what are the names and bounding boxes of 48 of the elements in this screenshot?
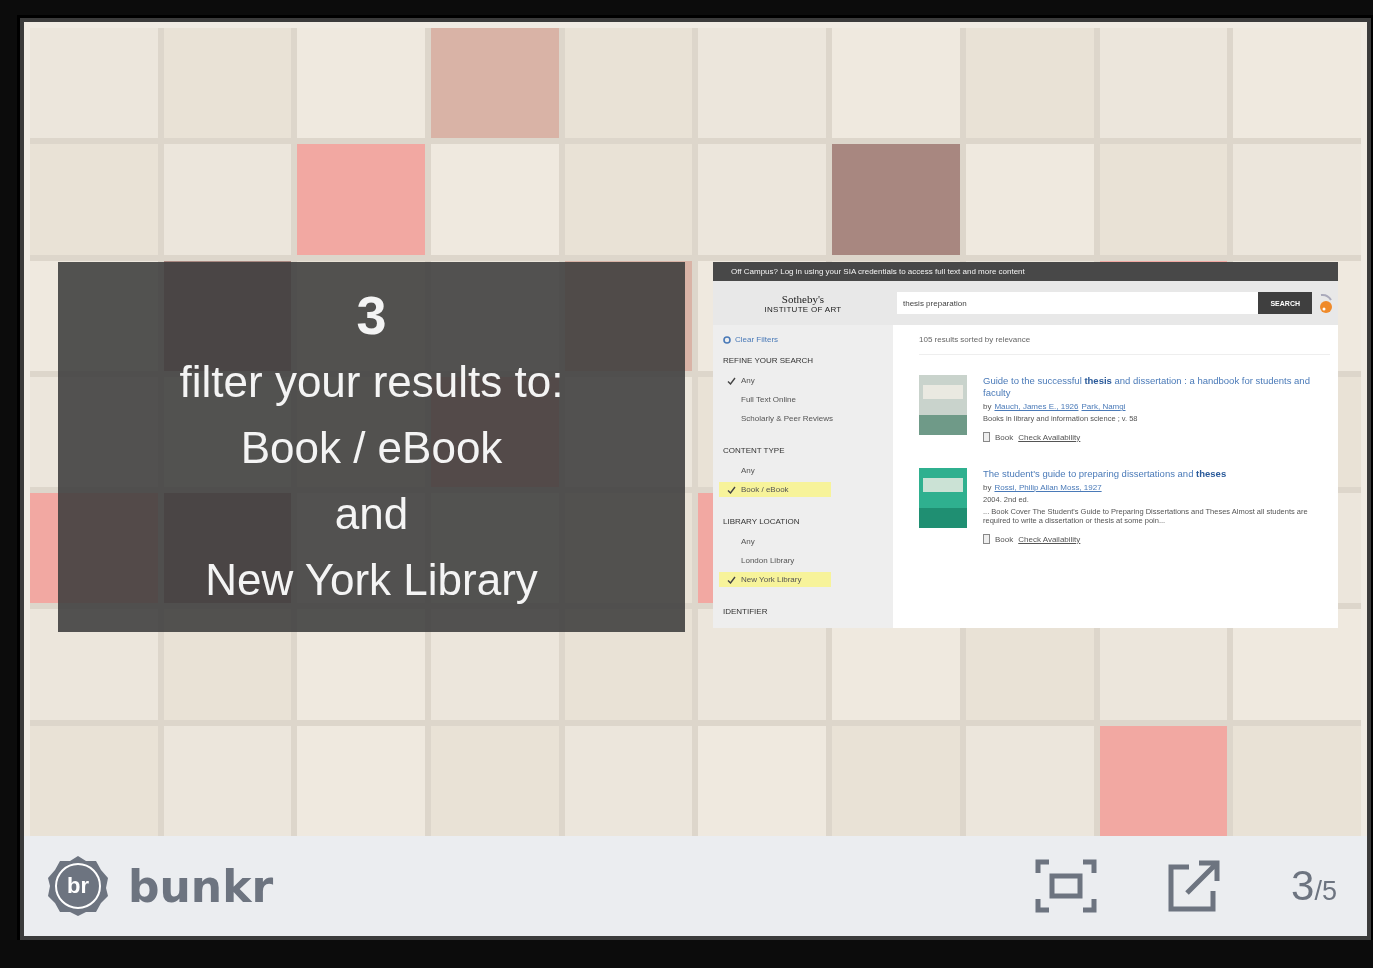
current-slide-number: 3 bbox=[1291, 862, 1315, 910]
filter-option[interactable]: Any bbox=[741, 466, 755, 475]
caption-line: and bbox=[334, 488, 409, 540]
brand-name: bunkr bbox=[128, 860, 275, 912]
filter-option[interactable]: Book / eBook bbox=[741, 485, 789, 494]
author-link[interactable]: Mauch, James E., 1926 bbox=[994, 402, 1079, 411]
filter-option[interactable]: Scholarly & Peer Reviews bbox=[741, 414, 834, 423]
step-number: 3 bbox=[356, 285, 387, 345]
clear-filters-link[interactable]: Clear Filters bbox=[735, 335, 779, 344]
book-icon bbox=[983, 534, 990, 544]
circle-icon bbox=[723, 335, 731, 344]
caption-line: Book / eBook bbox=[240, 422, 503, 474]
external-link-icon bbox=[1167, 859, 1222, 913]
byline-label: by bbox=[983, 483, 992, 492]
book-icon bbox=[983, 432, 990, 442]
caption-line: New York Library bbox=[205, 554, 538, 606]
slide-total: /5 bbox=[1314, 876, 1337, 907]
caption-line: filter your results to: bbox=[179, 356, 564, 408]
byline-label: by bbox=[983, 402, 992, 411]
filter-heading: REFINE YOUR SEARCH bbox=[723, 356, 815, 365]
book-cover-thumbnail[interactable] bbox=[919, 375, 967, 435]
fullscreen-button[interactable] bbox=[1035, 859, 1098, 913]
filter-option[interactable]: Any bbox=[741, 376, 755, 385]
book-cover-thumbnail[interactable] bbox=[919, 468, 967, 528]
filter-heading: IDENTIFIER bbox=[723, 607, 769, 616]
filter-heading: LIBRARY LOCATION bbox=[723, 517, 801, 526]
institute-logo-text: Sotheby's bbox=[781, 292, 825, 305]
format-label: Book bbox=[995, 432, 1014, 442]
filter-option[interactable]: Full Text Online bbox=[741, 395, 796, 404]
brand-logo[interactable]: br bbox=[46, 854, 110, 918]
filter-heading: CONTENT TYPE bbox=[723, 446, 786, 455]
open-external-button[interactable] bbox=[1167, 859, 1222, 913]
author-link[interactable]: Rossi, Philip Allan Moss, 1927 bbox=[994, 483, 1102, 492]
institute-logo-subtitle: INSTITUTE OF ART bbox=[764, 304, 842, 314]
filter-option[interactable]: New York Library bbox=[741, 575, 802, 584]
filter-option[interactable]: London Library bbox=[741, 556, 795, 565]
result-title-link[interactable]: The student's guide to preparing dissertations and theses bbox=[983, 468, 1330, 480]
check-availability-link[interactable]: Check Availability bbox=[1018, 432, 1081, 442]
format-label: Book bbox=[995, 534, 1014, 544]
feed-icon[interactable] bbox=[1318, 292, 1334, 314]
fullscreen-icon bbox=[1035, 859, 1098, 913]
check-availability-link[interactable]: Check Availability bbox=[1018, 534, 1081, 544]
login-banner: Off Campus? Log in using your SIA credentials to access full text and more content bbox=[713, 262, 1338, 281]
result-title-link[interactable]: Guide to the successful thesis and dissertation : a handbook for students and faculty bbox=[983, 375, 1330, 399]
filter-option[interactable]: Any bbox=[741, 537, 755, 546]
results-summary: 105 results sorted by relevance bbox=[919, 335, 1330, 355]
author-link[interactable]: Park, Namgi bbox=[1081, 402, 1126, 411]
search-field[interactable]: thesis preparation bbox=[897, 292, 1259, 314]
